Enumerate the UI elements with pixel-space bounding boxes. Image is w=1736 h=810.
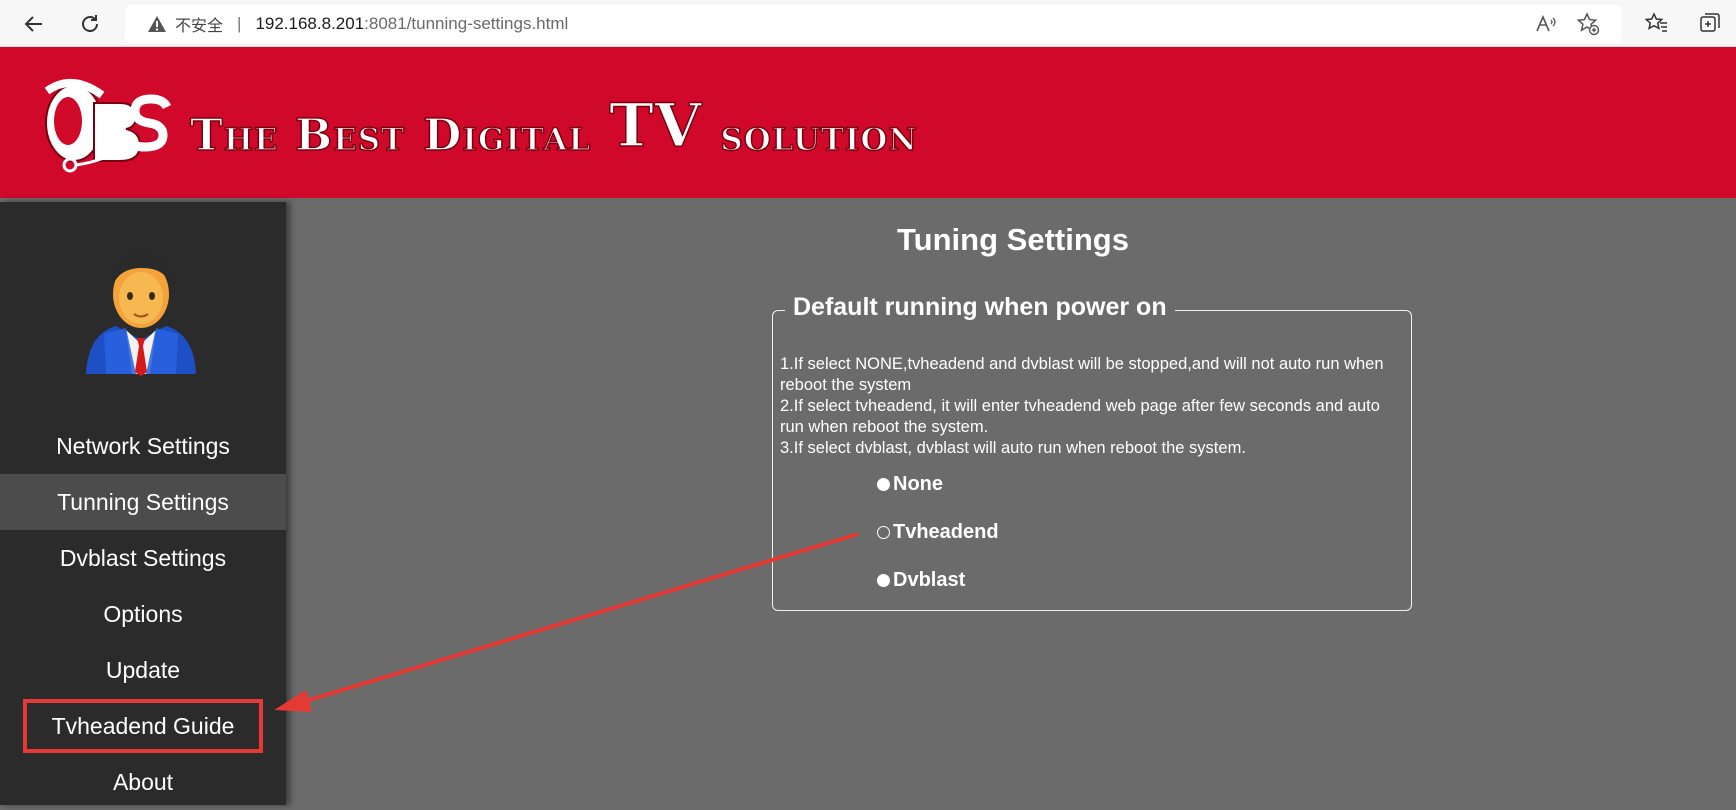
sidebar-item-label: Tvheadend Guide xyxy=(22,699,264,753)
radio-dvblast[interactable] xyxy=(877,574,890,587)
address-separator: | xyxy=(237,14,242,33)
add-favorite-button[interactable] xyxy=(1575,11,1601,37)
sidebar-item-network-settings[interactable]: Network Settings xyxy=(0,418,286,474)
sidebar-item-label: Network Settings xyxy=(56,432,230,459)
main-content: Tuning Settings Default running when pow… xyxy=(290,202,1736,805)
site-header: The Best Digital TV solution xyxy=(0,47,1736,198)
radio-tvheadend[interactable] xyxy=(877,526,890,539)
tagline-word: TV xyxy=(608,90,703,162)
sidebar-item-label: Tunning Settings xyxy=(57,488,229,515)
sidebar-item-label: Dvblast Settings xyxy=(59,544,227,571)
page-title: Tuning Settings xyxy=(897,222,1129,257)
url-host: 192.168.8.201 xyxy=(255,14,365,33)
option-label: Dvblast xyxy=(893,569,966,591)
sidebar-item-label: Update xyxy=(105,656,181,683)
read-aloud-button[interactable] xyxy=(1533,11,1559,37)
address-bar[interactable]: 不安全 | 192.168.8.201:8081/tunning-setting… xyxy=(125,5,1622,43)
reload-button[interactable] xyxy=(74,8,106,40)
power-on-fieldset: Default running when power on 1.If selec… xyxy=(772,293,1412,611)
reload-icon xyxy=(82,15,98,32)
instructions: 1.If select NONE,tvheadend and dvblast w… xyxy=(780,354,1400,459)
favorites-button[interactable] xyxy=(1644,10,1670,36)
instruction-line: 1.If select NONE,tvheadend and dvblast w… xyxy=(780,355,1384,394)
browser-toolbar: 不安全 | 192.168.8.201:8081/tunning-setting… xyxy=(0,0,1736,47)
option-dvblast[interactable]: Dvblast xyxy=(877,569,965,592)
instruction-line: 2.If select tvheadend, it will enter tvh… xyxy=(780,397,1380,436)
sidebar-item-label: About xyxy=(112,768,174,795)
star-add-icon xyxy=(1576,12,1600,36)
url-path: :8081/tunning-settings.html xyxy=(364,14,569,33)
instruction-line: 3.If select dvblast, dvblast will auto r… xyxy=(780,439,1246,457)
sidebar-item-label: Options xyxy=(103,600,183,627)
sidebar-item-tvheadend-guide[interactable]: Tvheadend Guide xyxy=(0,698,286,754)
warning-icon xyxy=(148,16,166,32)
back-button[interactable] xyxy=(18,8,50,40)
fieldset-legend: Default running when power on xyxy=(785,293,1175,322)
sidebar-item-dvblast-settings[interactable]: Dvblast Settings xyxy=(0,530,286,586)
insecure-label: 不安全 xyxy=(175,16,224,35)
option-label: None xyxy=(893,473,943,495)
tagline-word: solution xyxy=(720,109,918,162)
collections-button[interactable] xyxy=(1697,10,1723,36)
user-avatar xyxy=(86,252,196,376)
tagline-word: Digital xyxy=(423,109,592,162)
sidebar-item-options[interactable]: Options xyxy=(0,586,286,642)
sidebar-item-tunning-settings[interactable]: Tunning Settings xyxy=(0,474,286,530)
option-label: Tvheadend xyxy=(893,521,999,543)
sidebar-item-update[interactable]: Update xyxy=(0,642,286,698)
back-arrow-icon xyxy=(24,16,42,32)
sidebar-menu: Network Settings Tunning Settings Dvblas… xyxy=(0,418,286,810)
favorites-icon xyxy=(1645,12,1667,32)
collections-icon xyxy=(1700,13,1720,32)
radio-none[interactable] xyxy=(877,478,890,491)
tagline-word: The Best xyxy=(189,109,406,162)
sidebar: Network Settings Tunning Settings Dvblas… xyxy=(0,202,286,805)
option-tvheadend[interactable]: Tvheadend xyxy=(877,521,999,544)
sidebar-item-about[interactable]: About xyxy=(0,754,286,810)
logo-tagline: The Best Digital TV solution xyxy=(189,90,936,162)
tbs-logo xyxy=(44,79,172,173)
option-none[interactable]: None xyxy=(877,473,943,496)
read-aloud-icon xyxy=(1536,14,1556,32)
